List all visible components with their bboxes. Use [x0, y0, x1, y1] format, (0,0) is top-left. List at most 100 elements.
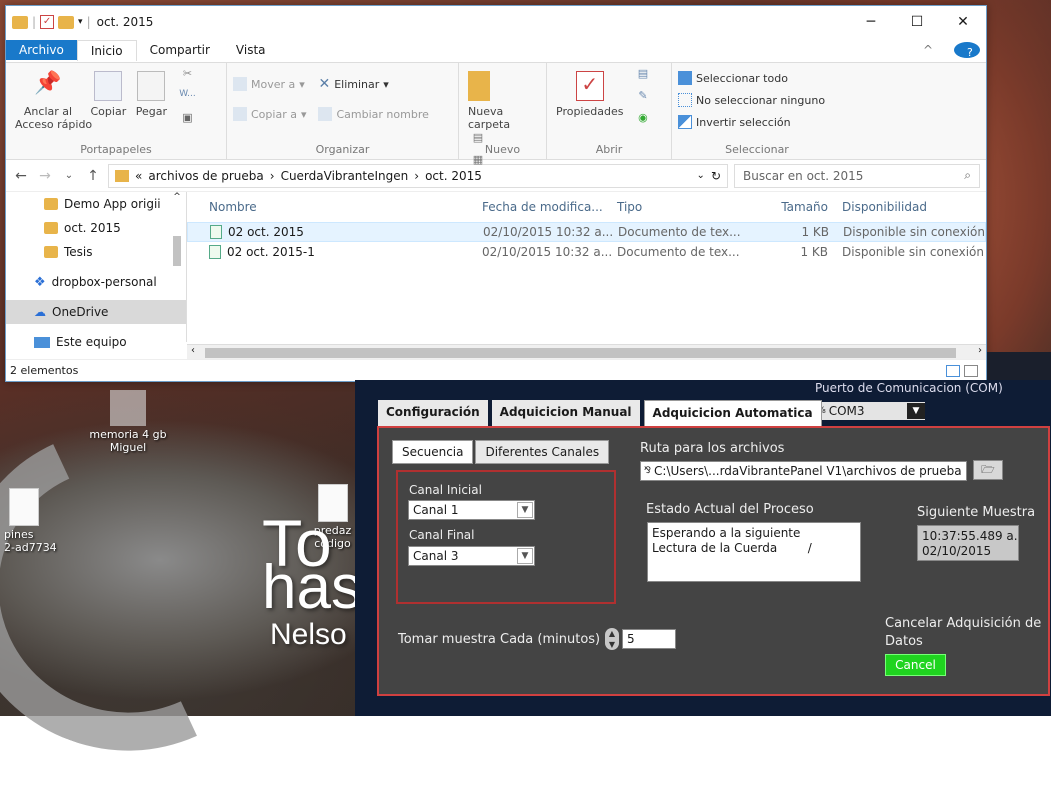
nav-item-oct[interactable]: oct. 2015: [6, 216, 186, 240]
column-fecha[interactable]: Fecha de modifica...: [482, 200, 617, 214]
search-input[interactable]: Buscar en oct. 2015 ⌕: [734, 163, 980, 188]
cut-icon[interactable]: ✂: [176, 67, 198, 89]
large-icons-view-icon[interactable]: [964, 364, 978, 377]
cancel-button[interactable]: Cancel: [885, 654, 946, 676]
nav-item-label: OneDrive: [52, 305, 109, 319]
title-bar: | ✓ ▾ | oct. 2015 ─ ☐ ✕: [6, 6, 986, 38]
properties-icon: ✓: [575, 71, 604, 101]
select-all-icon: [678, 71, 692, 85]
nav-item-demo[interactable]: Demo App origii: [6, 192, 186, 216]
up-arrow-icon[interactable]: ↑: [84, 168, 102, 184]
tab-inicio[interactable]: Inicio: [76, 39, 137, 61]
details-view-icon[interactable]: [946, 364, 960, 377]
nav-item-onedrive[interactable]: ☁ OneDrive: [6, 300, 186, 324]
file-name: 02 oct. 2015-1: [227, 245, 315, 259]
refresh-icon[interactable]: ↻: [711, 169, 721, 183]
browse-folder-button[interactable]: 🗁: [973, 460, 1003, 480]
new-folder-button[interactable]: Nueva carpeta: [468, 67, 510, 131]
estado-label: Estado Actual del Proceso: [646, 502, 814, 517]
rename-button[interactable]: Cambiar nombre: [318, 103, 429, 125]
desktop-icon-pines[interactable]: pines 2-ad7734: [4, 488, 57, 554]
breadcrumb-overflow[interactable]: «: [135, 169, 142, 183]
nav-item-label: Demo App origii: [64, 197, 161, 211]
tab-secuencia[interactable]: Secuencia: [392, 440, 474, 464]
properties-button[interactable]: ✓ Propiedades: [556, 67, 623, 118]
chevron-down-icon[interactable]: ▾: [78, 17, 83, 27]
canal-inicial-select[interactable]: Canal 1 ▼: [408, 500, 535, 520]
tab-configuracion[interactable]: Configuración: [378, 400, 488, 426]
back-arrow-icon[interactable]: ←: [12, 168, 30, 184]
pinned-folder-icon: [44, 222, 58, 234]
copy-path-icon[interactable]: W...: [176, 89, 198, 111]
scroll-right-icon[interactable]: ›: [978, 345, 982, 356]
folder-icon: [44, 198, 58, 210]
wallpaper-text-3: Nelso: [270, 618, 347, 651]
easy-access-icon: ▦: [472, 153, 484, 166]
column-tipo[interactable]: Tipo: [617, 200, 752, 214]
quick-access-toolbar: | ✓ ▾ |: [12, 15, 91, 29]
scroll-left-icon[interactable]: ‹: [191, 345, 195, 356]
chevron-down-icon[interactable]: ▼: [907, 403, 925, 419]
chevron-down-icon[interactable]: ▼: [517, 502, 533, 518]
delete-label: Eliminar: [334, 77, 380, 91]
minutes-input[interactable]: 5: [622, 629, 676, 649]
group-portapapeles: 📌 Anclar al Acceso rápido Copiar Pegar ✂…: [6, 63, 227, 159]
properties-check-icon[interactable]: ✓: [40, 15, 55, 29]
address-dropdown-icon[interactable]: ⌄: [697, 170, 705, 181]
tab-compartir[interactable]: Compartir: [137, 40, 223, 60]
tab-vista[interactable]: Vista: [223, 40, 279, 60]
file-size: 1 KB: [800, 245, 828, 259]
paste-shortcut-icon[interactable]: ▣: [176, 111, 198, 133]
help-icon[interactable]: ?: [954, 42, 980, 59]
onedrive-cloud-icon: ☁: [34, 305, 46, 319]
tab-adquisicion-automatica[interactable]: Adquicicion Automatica: [643, 400, 822, 426]
delete-button[interactable]: ✕ Eliminar ▾: [318, 73, 428, 95]
move-to-button[interactable]: Mover a ▾: [233, 73, 306, 95]
open-icon[interactable]: ▤: [633, 67, 653, 89]
minutes-stepper[interactable]: ▲ ▼: [605, 628, 619, 650]
select-none-button[interactable]: No seleccionar ninguno: [678, 89, 836, 111]
desktop-icon-memoria[interactable]: memoria 4 gb Miguel: [88, 390, 168, 454]
invert-selection-button[interactable]: Invertir selección: [678, 111, 836, 133]
file-row[interactable]: 02 oct. 2015 02/10/2015 10:32 a... Docum…: [187, 222, 986, 242]
minimize-button[interactable]: ─: [848, 14, 894, 30]
edit-icon[interactable]: ✎: [633, 89, 653, 111]
nav-item-este-equipo[interactable]: Este equipo: [6, 330, 186, 354]
nav-scroll-thumb[interactable]: [173, 236, 181, 266]
explorer-body: Demo App origii oct. 2015 Tesis ❖ dropbox…: [6, 192, 986, 360]
horizontal-scroll-thumb[interactable]: [205, 348, 956, 358]
forward-arrow-icon[interactable]: →: [36, 168, 54, 184]
copy-to-button[interactable]: Copiar a ▾: [233, 103, 306, 125]
search-icon: ⌕: [964, 168, 971, 182]
chevron-down-icon[interactable]: ▼: [517, 548, 533, 564]
copy-button[interactable]: Copiar: [91, 67, 126, 118]
copy-to-label: Copiar a: [251, 107, 297, 121]
nav-item-tesis[interactable]: Tesis: [6, 240, 186, 264]
tab-archivo[interactable]: Archivo: [6, 40, 77, 60]
recent-chevron-icon[interactable]: ⌄: [60, 170, 78, 181]
file-row[interactable]: 02 oct. 2015-1 02/10/2015 10:32 a... Doc…: [187, 242, 986, 262]
paste-button[interactable]: Pegar: [136, 67, 167, 118]
column-tamano[interactable]: Tamaño: [752, 200, 842, 214]
collapse-ribbon-icon[interactable]: ^: [910, 40, 946, 60]
column-nombre[interactable]: Nombre: [187, 200, 482, 214]
nav-item-dropbox[interactable]: ❖ dropbox-personal: [6, 270, 186, 294]
nav-scrollbar[interactable]: ^: [170, 192, 184, 342]
breadcrumb-cuerda[interactable]: CuerdaVibranteIngen: [281, 169, 409, 183]
ruta-path-field[interactable]: ⅋ C:\Users\...rdaVibrantePanel V1\archiv…: [640, 461, 967, 481]
pin-quick-access-button[interactable]: 📌 Anclar al Acceso rápido: [15, 67, 92, 131]
canal-final-select[interactable]: Canal 3 ▼: [408, 546, 535, 566]
breadcrumb-archivos[interactable]: archivos de prueba: [148, 169, 263, 183]
history-icon[interactable]: ◉: [633, 111, 653, 133]
horizontal-scrollbar[interactable]: ‹ ›: [187, 344, 986, 360]
select-all-button[interactable]: Seleccionar todo: [678, 67, 836, 89]
tab-adquisicion-manual[interactable]: Adquicicion Manual: [491, 400, 640, 426]
close-button[interactable]: ✕: [940, 14, 986, 30]
address-bar[interactable]: « archivos de prueba › CuerdaVibranteIng…: [108, 163, 728, 188]
new-folder-icon[interactable]: [58, 15, 75, 29]
column-disponibilidad[interactable]: Disponibilidad: [842, 200, 986, 214]
tab-diferentes-canales[interactable]: Diferentes Canales: [475, 440, 610, 464]
com-port-select[interactable]: ⅛ COM3 ▼: [815, 402, 925, 420]
maximize-button[interactable]: ☐: [894, 14, 940, 30]
open-small-buttons: ▤ ✎ ◉: [633, 67, 653, 133]
